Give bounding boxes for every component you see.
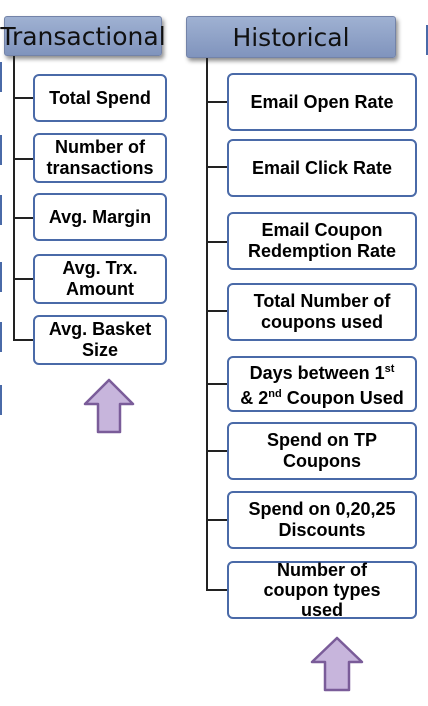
metric-label: Number of: [277, 560, 367, 580]
historical-connector: [206, 310, 227, 312]
metric-label: transactions: [46, 158, 154, 178]
metric-label: Discounts: [278, 520, 366, 540]
up-arrow-icon: [83, 378, 135, 434]
metric-label: Avg. Margin: [48, 206, 152, 227]
cropped-column-edge: [0, 135, 2, 165]
metric-label: Amount: [66, 279, 134, 299]
cropped-column-edge: [0, 385, 2, 415]
historical-connector: [206, 241, 227, 243]
metric-label: Total Spend: [49, 87, 151, 108]
metric-label: used: [300, 600, 343, 620]
metric-box-email-coupon-redemption-rate: Email Coupon Redemption Rate: [227, 212, 417, 270]
historical-connector: [206, 589, 227, 591]
superscript: nd: [268, 388, 282, 400]
metric-box-avg-basket-size: Avg. Basket Size: [33, 315, 167, 365]
metric-label: Redemption Rate: [247, 241, 397, 261]
historical-connector: [206, 519, 227, 521]
up-arrow-icon: [310, 636, 364, 692]
metric-box-email-open-rate: Email Open Rate: [227, 73, 417, 131]
historical-connector: [206, 450, 227, 452]
historical-connector: [206, 383, 227, 385]
metric-label: Avg. Trx.: [62, 258, 138, 278]
historical-connector-trunk: [206, 58, 208, 590]
metric-box-spend-on-discounts: Spend on 0,20,25 Discounts: [227, 491, 417, 549]
metric-box-number-of-coupon-types-used: Number of coupon types used: [227, 560, 417, 620]
metric-label: Email Open Rate: [250, 91, 394, 112]
metric-box-email-click-rate: Email Click Rate: [227, 139, 417, 197]
transactional-header: Transactional: [0, 16, 166, 56]
metric-label: Email Click Rate: [251, 157, 393, 178]
metric-label: coupon types: [263, 580, 381, 600]
cropped-column-edge: [0, 62, 2, 92]
transactional-connector: [13, 217, 33, 219]
metric-label: Size: [81, 340, 119, 360]
historical-header: Historical: [186, 16, 396, 58]
metric-box-avg-margin: Avg. Margin: [33, 193, 167, 241]
metric-box-days-between-coupons: Days between 1st & 2nd Coupon Used: [227, 356, 417, 412]
cropped-column-edge: [0, 262, 2, 292]
metric-label: Avg. Basket: [48, 319, 152, 339]
metric-label: Days between 1st: [249, 363, 395, 383]
transactional-connector: [13, 158, 33, 160]
historical-connector: [206, 166, 227, 168]
transactional-connector: [13, 278, 33, 280]
superscript: st: [384, 363, 395, 375]
metric-box-total-number-of-coupons-used: Total Number of coupons used: [227, 283, 417, 341]
historical-connector: [206, 101, 227, 103]
transactional-connector: [13, 339, 33, 341]
metric-label: coupons used: [260, 312, 383, 332]
cropped-column-edge: [0, 195, 2, 225]
metric-box-avg-trx-amount: Avg. Trx. Amount: [33, 254, 167, 304]
metric-box-total-spend: Total Spend: [33, 74, 167, 122]
transactional-connector: [13, 97, 33, 99]
metric-label: Spend on TP: [267, 430, 377, 450]
cropped-column-edge: [0, 322, 2, 352]
metric-label: Email Coupon: [261, 220, 383, 240]
metric-box-spend-on-tp-coupons: Spend on TP Coupons: [227, 422, 417, 480]
metric-box-number-of-transactions: Number of transactions: [33, 133, 167, 183]
metric-label: Coupons: [283, 451, 361, 471]
metric-label: Number of: [55, 137, 145, 157]
metric-label: Spend on 0,20,25: [248, 499, 396, 519]
metric-label: Total Number of: [253, 291, 391, 311]
metric-label: & 2nd Coupon Used: [240, 388, 404, 408]
